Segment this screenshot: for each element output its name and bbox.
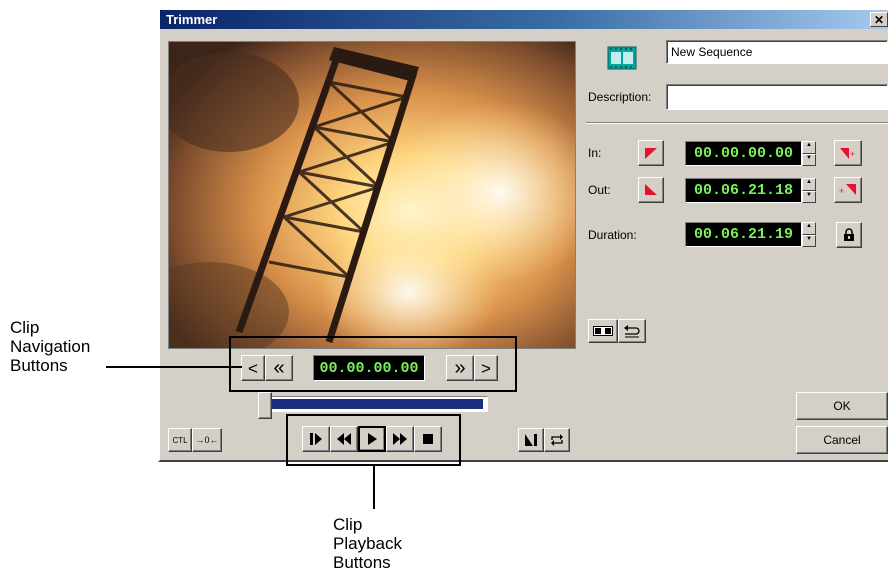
sequence-name-field[interactable]: New Sequence [666, 40, 888, 64]
playback-callout-line: Clip [333, 515, 363, 534]
ctl-button[interactable]: CTL [168, 428, 192, 452]
video-frame-image [169, 42, 575, 348]
lock-duration-button[interactable] [836, 222, 862, 248]
mark-in-button[interactable] [638, 140, 664, 166]
playback-callout-box [286, 414, 461, 466]
playback-leader-line [373, 466, 375, 509]
window-title: Trimmer [166, 12, 218, 27]
mark-clip-icon [525, 434, 537, 446]
sequence-name-text: New Sequence [671, 45, 753, 59]
mark-out-icon [645, 184, 657, 195]
mark-in-icon [645, 148, 657, 159]
duration-timecode[interactable]: 00.06.21.19 [685, 222, 802, 247]
split-clip-icon [593, 326, 613, 336]
description-field[interactable] [666, 84, 888, 110]
in-timecode[interactable]: 00.00.00.00 [685, 141, 802, 166]
loop-preview-button[interactable] [618, 319, 646, 343]
scrubber-track[interactable] [268, 396, 488, 412]
navigation-callout-box [229, 336, 517, 392]
go-to-zero-label: →0← [195, 435, 219, 445]
video-preview [168, 41, 576, 349]
scrubber-handle[interactable] [258, 392, 272, 419]
playback-callout-line: Buttons [333, 553, 391, 572]
repeat-icon [551, 434, 563, 446]
navigation-callout-line: Clip [10, 318, 40, 337]
playback-callout-label: Clip Playback Buttons [333, 515, 402, 572]
in-spinner[interactable]: ▲ ▼ [802, 141, 816, 166]
mark-clip-button[interactable] [518, 428, 544, 452]
ctl-label: CTL [172, 435, 188, 445]
film-strip-icon [607, 46, 637, 70]
go-to-in-icon: + [840, 148, 855, 159]
go-to-out-button[interactable]: + [834, 177, 862, 203]
out-timecode[interactable]: 00.06.21.18 [685, 178, 802, 203]
go-to-zero-button[interactable]: →0← [192, 428, 222, 452]
cancel-label: Cancel [823, 433, 861, 447]
navigation-leader-line [106, 366, 242, 368]
ok-label: OK [833, 399, 851, 413]
title-bar[interactable] [160, 10, 888, 29]
lock-icon [844, 228, 854, 241]
svg-text:+: + [839, 186, 844, 196]
separator [586, 122, 888, 124]
svg-text:+: + [850, 149, 855, 159]
repeat-button[interactable] [544, 428, 570, 452]
undo-loop-icon [624, 325, 640, 338]
ok-button[interactable]: OK [796, 392, 888, 420]
description-label: Description: [588, 90, 652, 104]
navigation-callout-line: Buttons [10, 356, 68, 375]
scrubber-fill [271, 399, 483, 409]
duration-spinner[interactable]: ▲ ▼ [802, 222, 816, 247]
out-spinner[interactable]: ▲ ▼ [802, 178, 816, 203]
mark-out-button[interactable] [638, 177, 664, 203]
close-button[interactable]: ✕ [870, 12, 888, 27]
out-label: Out: [588, 183, 611, 197]
playback-callout-line: Playback [333, 534, 402, 553]
duration-label: Duration: [588, 228, 637, 242]
in-label: In: [588, 146, 602, 160]
split-clip-button[interactable] [588, 319, 618, 343]
navigation-callout-line: Navigation [10, 337, 91, 356]
go-to-in-button[interactable]: + [834, 140, 862, 166]
cancel-button[interactable]: Cancel [796, 426, 888, 454]
go-to-out-icon: + [839, 184, 856, 196]
navigation-callout-label: Clip Navigation Buttons [10, 318, 90, 375]
